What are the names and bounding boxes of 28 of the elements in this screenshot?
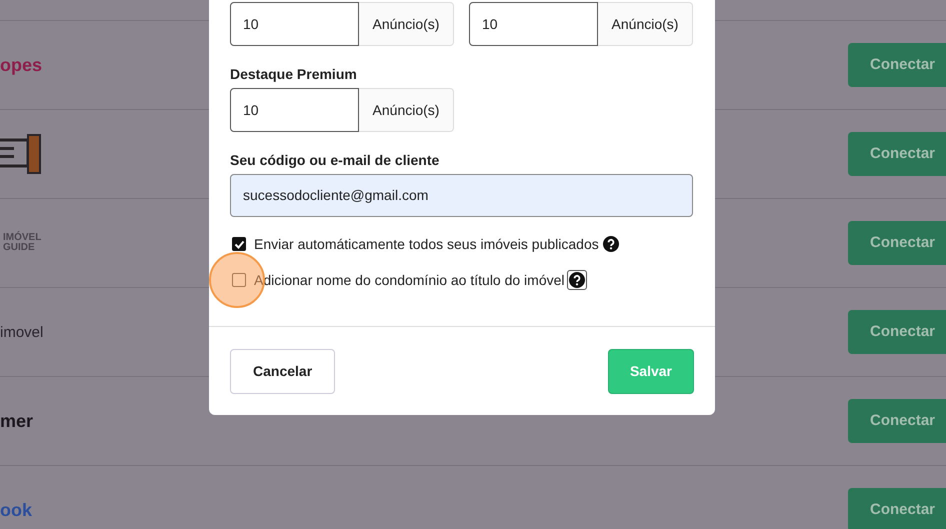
connect-button[interactable]: Conectar [848,43,946,87]
checkbox-label: Enviar automáticamente todos seus imóveis publicados [254,234,599,254]
logo-text: IMÓVEL GUIDE [3,233,42,253]
connect-button[interactable]: Conectar [848,221,946,265]
cancel-button[interactable]: Cancelar [230,349,336,394]
logo-text: ook [0,501,32,519]
logo-text: imovel [0,324,44,340]
email-field[interactable]: sucessodocliente@gmail.com [230,174,693,217]
number-field[interactable]: 10 [230,2,359,46]
help-icon[interactable] [602,236,619,252]
help-icon[interactable] [566,270,587,290]
unit-label: Anúncio(s) [359,88,454,132]
connect-button[interactable]: Conectar [848,399,946,443]
checkbox[interactable] [232,237,246,251]
connect-button[interactable]: Conectar [848,488,946,529]
field-label: Seu código ou e-mail de cliente [230,151,440,169]
number-field[interactable]: 10 [469,2,598,46]
save-button[interactable]: Salvar [608,349,694,394]
number-field[interactable]: 10 [230,88,359,132]
field-label: Destaque Premium [230,65,358,83]
connect-button[interactable]: Conectar [848,310,946,354]
connect-button[interactable]: Conectar [848,132,946,176]
unit-label: Anúncio(s) [359,2,454,46]
logo-text: opes [0,56,42,74]
unit-label: Anúncio(s) [598,2,693,46]
logo-text: mer [0,412,34,430]
logo-drawing [0,134,42,174]
checkbox[interactable] [232,273,246,287]
